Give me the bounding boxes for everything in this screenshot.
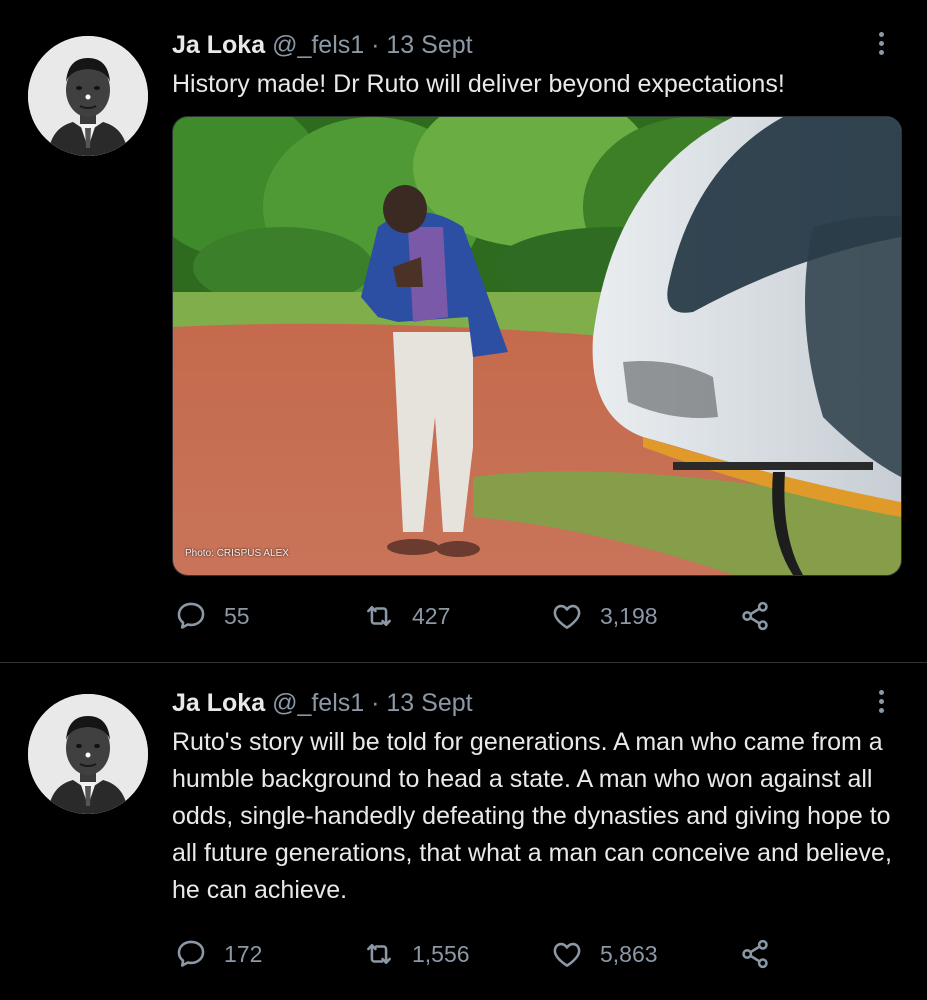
separator: · — [371, 689, 380, 717]
tweet-actions: 55 427 3,198 — [172, 596, 872, 636]
like-button[interactable]: 5,863 — [550, 934, 658, 974]
separator: · — [371, 31, 380, 59]
more-vertical-icon[interactable] — [870, 28, 892, 58]
tweet-date[interactable]: 13 Sept — [386, 31, 472, 59]
reply-icon — [177, 940, 205, 967]
reply-count: 55 — [224, 602, 250, 629]
share-button[interactable] — [738, 934, 772, 974]
divider — [0, 662, 927, 663]
like-count: 5,863 — [600, 940, 658, 967]
share-icon — [742, 601, 768, 631]
share-icon — [742, 939, 768, 969]
retweet-button[interactable]: 1,556 — [362, 934, 470, 974]
more-vertical-icon[interactable] — [870, 686, 892, 716]
tweet-text: Ruto's story will be told for generation… — [172, 728, 892, 904]
like-count: 3,198 — [600, 602, 658, 629]
reply-count: 172 — [224, 940, 263, 967]
tweet[interactable]: Ja Loka @_fels1 · 13 Sept History made! … — [0, 0, 927, 663]
retweet-button[interactable]: 427 — [362, 596, 450, 636]
tweet-header: Ja Loka @_fels1 · 13 Sept — [172, 688, 473, 718]
avatar[interactable] — [28, 694, 148, 814]
tweet-photo[interactable]: Photo: CRISPUS ALEX — [172, 116, 902, 576]
reply-icon — [177, 602, 205, 629]
retweet-count: 1,556 — [412, 940, 470, 967]
share-button[interactable] — [738, 596, 772, 636]
avatar[interactable] — [28, 36, 148, 156]
tweet-actions: 172 1,556 5,863 — [172, 934, 872, 974]
tweet-date[interactable]: 13 Sept — [386, 689, 472, 717]
reply-button[interactable]: 55 — [174, 596, 250, 636]
reply-button[interactable]: 172 — [174, 934, 262, 974]
retweet-count: 427 — [412, 602, 451, 629]
display-name[interactable]: Ja Loka — [172, 689, 265, 717]
like-button[interactable]: 3,198 — [550, 596, 658, 636]
heart-icon — [553, 942, 581, 967]
tweet[interactable]: Ja Loka @_fels1 · 13 Sept Ruto's story w… — [0, 664, 927, 1000]
retweet-icon — [367, 943, 391, 965]
user-handle[interactable]: @_fels1 — [272, 31, 364, 59]
display-name[interactable]: Ja Loka — [172, 31, 265, 59]
heart-icon — [553, 604, 581, 629]
retweet-icon — [367, 605, 391, 627]
tweet-header: Ja Loka @_fels1 · 13 Sept — [172, 30, 473, 60]
tweet-text: History made! Dr Ruto will deliver beyon… — [172, 70, 785, 98]
user-handle[interactable]: @_fels1 — [272, 689, 364, 717]
photo-credit: Photo: CRISPUS ALEX — [185, 548, 289, 559]
